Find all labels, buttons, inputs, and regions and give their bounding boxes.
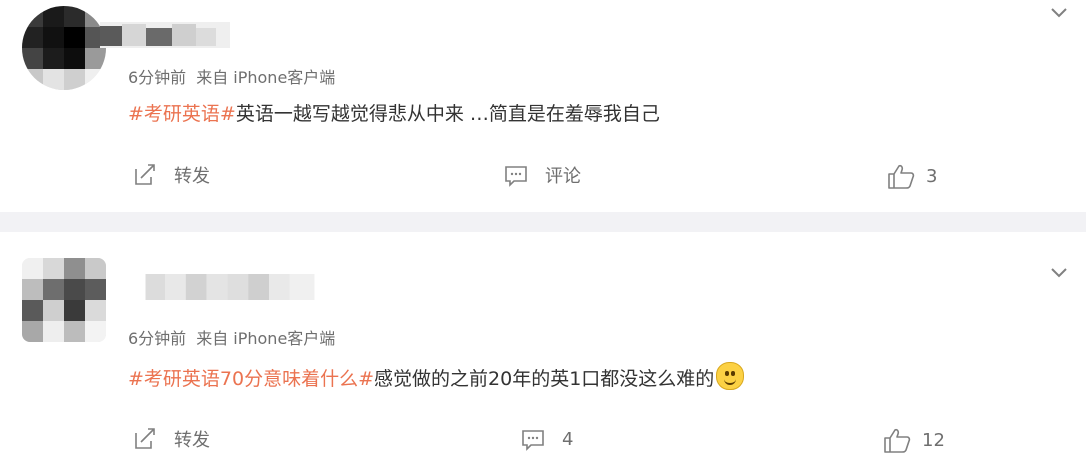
thumbs-up-icon bbox=[884, 428, 911, 453]
post-time: 6分钟前 bbox=[128, 329, 187, 348]
post-meta: 6分钟前 来自 iPhone客户端 bbox=[128, 325, 345, 349]
comment-icon bbox=[522, 430, 544, 451]
thumbs-up-icon bbox=[888, 164, 915, 189]
hashtag-link[interactable]: #考研英语# bbox=[128, 103, 236, 125]
post-source[interactable]: 来自 iPhone客户端 bbox=[196, 68, 335, 87]
repost-icon bbox=[135, 428, 155, 449]
comment-button[interactable]: 评论 bbox=[503, 162, 581, 188]
post-separator bbox=[0, 212, 1086, 232]
post-source[interactable]: 来自 iPhone客户端 bbox=[196, 329, 335, 348]
comment-count: 4 bbox=[562, 428, 574, 450]
avatar[interactable] bbox=[22, 6, 106, 90]
post-body: 英语一越写越觉得悲从中来 …简直是在羞辱我自己 bbox=[235, 103, 660, 125]
repost-label: 转发 bbox=[174, 430, 210, 451]
comment-button[interactable]: 4 bbox=[520, 426, 573, 452]
chevron-down-icon[interactable] bbox=[1050, 4, 1068, 22]
username-blurred bbox=[100, 22, 230, 48]
repost-icon bbox=[135, 164, 155, 185]
post-text: #考研英语70分意味着什么#感觉做的之前20年的英1口都没这么难的 bbox=[128, 362, 745, 391]
post-body: 感觉做的之前20年的英1口都没这么难的 bbox=[374, 368, 715, 390]
post-text: #考研英语#英语一越写越觉得悲从中来 …简直是在羞辱我自己 bbox=[128, 99, 660, 126]
repost-button[interactable]: 转发 bbox=[132, 162, 210, 188]
comment-label: 评论 bbox=[545, 166, 581, 187]
hashtag-link[interactable]: #考研英语70分意味着什么# bbox=[128, 368, 374, 390]
like-count: 3 bbox=[926, 165, 938, 187]
avatar[interactable] bbox=[22, 258, 106, 342]
post-card: 6分钟前 来自 iPhone客户端 #考研英语#英语一越写越觉得悲从中来 …简直是… bbox=[0, 0, 1086, 212]
post-time: 6分钟前 bbox=[128, 68, 187, 87]
username-blurred bbox=[145, 274, 315, 300]
comment-icon bbox=[505, 166, 527, 187]
like-count: 12 bbox=[922, 429, 945, 451]
like-button[interactable]: 3 bbox=[886, 162, 937, 190]
smile-emoji-icon bbox=[716, 362, 745, 390]
post-meta: 6分钟前 来自 iPhone客户端 bbox=[128, 64, 345, 88]
repost-label: 转发 bbox=[174, 166, 210, 187]
like-button[interactable]: 12 bbox=[882, 426, 945, 454]
post-card: 6分钟前 来自 iPhone客户端 #考研英语70分意味着什么#感觉做的之前20年… bbox=[0, 232, 1086, 462]
chevron-down-icon[interactable] bbox=[1050, 264, 1068, 282]
repost-button[interactable]: 转发 bbox=[132, 426, 210, 452]
